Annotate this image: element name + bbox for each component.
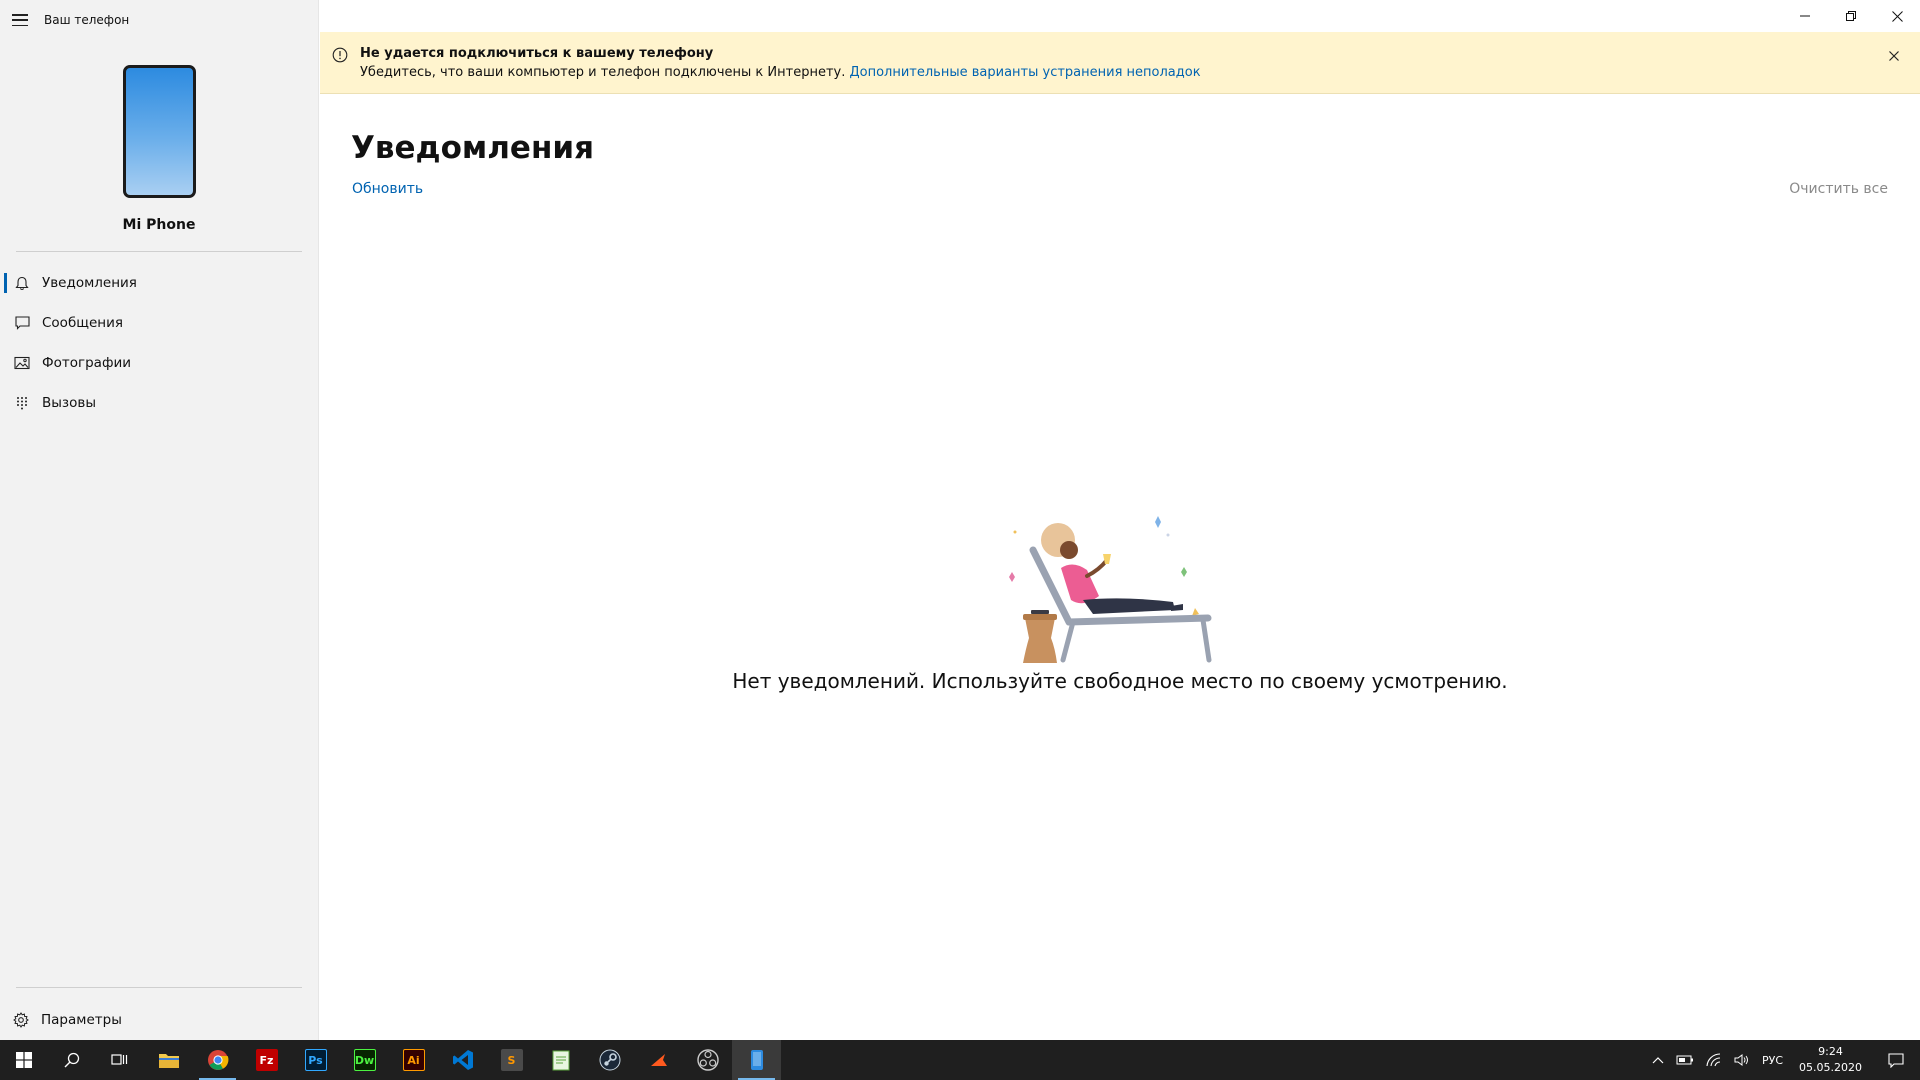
sidebar-bottom: Параметры: [0, 987, 318, 1040]
sidebar-item-messages[interactable]: Сообщения: [0, 303, 318, 343]
search-button[interactable]: [48, 1040, 96, 1080]
banner-close-button[interactable]: [1884, 46, 1904, 66]
notepad-icon: [552, 1050, 569, 1071]
banner-title: Не удается подключиться к вашему телефон…: [360, 46, 714, 61]
troubleshoot-link[interactable]: Дополнительные варианты устранения непол…: [849, 65, 1200, 80]
illustrator-app[interactable]: Ai: [389, 1040, 438, 1080]
start-button[interactable]: [0, 1040, 48, 1080]
sidebar-header: Ваш телефон: [0, 0, 318, 40]
minimize-button[interactable]: [1782, 0, 1828, 32]
notepad-app[interactable]: [536, 1040, 585, 1080]
obs-app[interactable]: [683, 1040, 732, 1080]
windows-logo-icon: [16, 1052, 32, 1068]
sublime-text-icon: S: [500, 1049, 523, 1071]
relaxing-person-illustration: [1009, 516, 1212, 663]
chevron-up-icon: [1652, 1057, 1664, 1064]
minimize-icon: [1800, 15, 1810, 17]
banner-text: Убедитесь, что ваши компьютер и телефон …: [360, 65, 1201, 80]
sidebar-divider: [16, 251, 302, 252]
photos-icon: [14, 355, 30, 371]
sidebar-item-label: Уведомления: [42, 275, 137, 291]
empty-state-message: Нет уведомлений. Используйте свободное м…: [732, 669, 1508, 693]
task-view-button[interactable]: [96, 1040, 144, 1080]
task-view-icon: [111, 1054, 128, 1065]
dialpad-icon: [14, 395, 30, 411]
sidebar-item-notifications[interactable]: Уведомления: [0, 263, 318, 303]
close-icon: [1889, 51, 1899, 61]
action-center-button[interactable]: [1872, 1040, 1920, 1080]
battery-icon: [1676, 1055, 1693, 1065]
phone-image: [122, 65, 196, 198]
photoshop-app[interactable]: Ps: [291, 1040, 340, 1080]
window-controls: [1782, 0, 1920, 32]
obs-icon: [696, 1049, 719, 1071]
sidebar-item-label: Фотографии: [42, 355, 132, 371]
filezilla-icon: Fz: [255, 1049, 278, 1071]
close-button[interactable]: [1874, 0, 1920, 32]
page-title: Уведомления: [351, 130, 594, 166]
illustrator-icon: Ai: [402, 1049, 425, 1071]
banner-message: Убедитесь, что ваши компьютер и телефон …: [360, 65, 846, 80]
steam-app[interactable]: [585, 1040, 634, 1080]
restore-button[interactable]: [1828, 0, 1874, 32]
clock-button[interactable]: 9:24 05.05.2020: [1789, 1044, 1872, 1076]
connection-error-banner: Не удается подключиться к вашему телефон…: [320, 32, 1920, 94]
orange-arrow-icon: [650, 1054, 667, 1066]
warning-info-icon: [332, 47, 348, 63]
app-orange-arrow[interactable]: [634, 1040, 683, 1080]
taskbar: Fz Ps Dw Ai S РУС 9:24 05.05.2020: [0, 1040, 1920, 1080]
clock-date: 05.05.2020: [1799, 1061, 1862, 1074]
wifi-icon: [1706, 1053, 1721, 1067]
sidebar-item-photos[interactable]: Фотографии: [0, 343, 318, 383]
filezilla-app[interactable]: Fz: [242, 1040, 291, 1080]
device-name: Mi Phone: [122, 217, 196, 233]
close-icon: [1891, 10, 1903, 22]
folder-icon: [158, 1054, 179, 1068]
clock-time: 9:24: [1818, 1045, 1843, 1058]
phone-app-icon: [750, 1050, 763, 1070]
sidebar-item-calls[interactable]: Вызовы: [0, 383, 318, 423]
sidebar-item-label: Вызовы: [42, 395, 96, 411]
vscode-icon: [452, 1050, 473, 1070]
dreamweaver-app[interactable]: Dw: [340, 1040, 389, 1080]
system-tray: РУС 9:24 05.05.2020: [1646, 1040, 1920, 1080]
your-phone-app[interactable]: [732, 1040, 781, 1080]
hamburger-menu-icon[interactable]: [12, 14, 28, 26]
photoshop-icon: Ps: [304, 1049, 327, 1071]
sidebar-divider: [16, 987, 302, 988]
file-explorer-app[interactable]: [144, 1040, 193, 1080]
sidebar-item-label: Сообщения: [42, 315, 124, 331]
volume-button[interactable]: [1728, 1040, 1756, 1080]
clear-all-button[interactable]: Очистить все: [1789, 181, 1888, 197]
chrome-icon: [207, 1050, 228, 1070]
input-language-button[interactable]: РУС: [1756, 1040, 1789, 1080]
sidebar-item-settings[interactable]: Параметры: [0, 1000, 318, 1040]
dreamweaver-icon: Dw: [353, 1049, 376, 1071]
speaker-icon: [1734, 1054, 1748, 1066]
app-title: Ваш телефон: [44, 13, 130, 27]
steam-icon: [599, 1049, 620, 1071]
show-hidden-icons-button[interactable]: [1646, 1040, 1670, 1080]
sidebar-nav: Уведомления Сообщения Фотографии Вызовы: [0, 263, 318, 423]
chrome-app[interactable]: [193, 1040, 242, 1080]
refresh-link[interactable]: Обновить: [352, 181, 423, 197]
network-button[interactable]: [1700, 1040, 1728, 1080]
search-icon: [64, 1052, 80, 1068]
sidebar: Ваш телефон Mi Phone Уведомления Сообщен…: [0, 0, 319, 1040]
sublime-text-app[interactable]: S: [487, 1040, 536, 1080]
notification-center-icon: [1888, 1052, 1904, 1068]
message-icon: [14, 315, 30, 331]
bell-icon: [14, 275, 30, 291]
device-card: Mi Phone: [0, 65, 318, 233]
vscode-app[interactable]: [438, 1040, 487, 1080]
gear-icon: [13, 1012, 29, 1028]
restore-icon: [1846, 11, 1856, 21]
sidebar-item-label: Параметры: [41, 1012, 122, 1028]
battery-button[interactable]: [1670, 1040, 1700, 1080]
